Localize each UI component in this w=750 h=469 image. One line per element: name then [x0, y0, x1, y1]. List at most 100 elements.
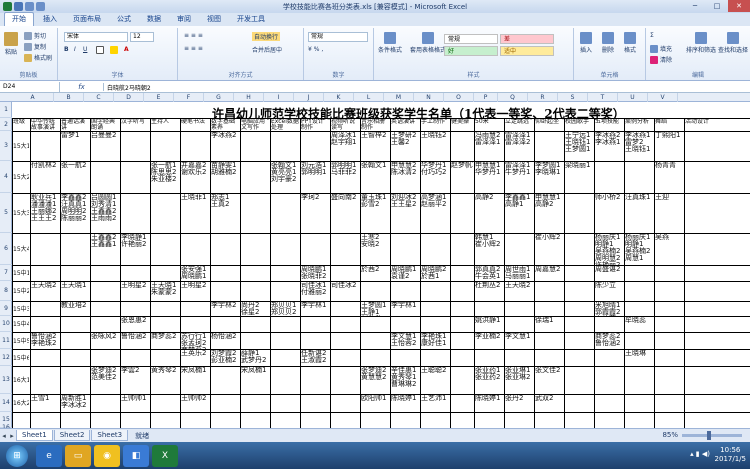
column-header[interactable]: F	[174, 93, 204, 102]
column-header[interactable]: I	[264, 93, 294, 102]
worksheet-grid[interactable]: 许昌幼儿师范学校技能比赛班级获奖学生名单（1代表一等奖、2代表二等奖） 班级 中华…	[12, 102, 750, 428]
row-header[interactable]: 11	[0, 332, 12, 349]
award-cell[interactable]: 李雲2	[121, 367, 149, 394]
award-cell[interactable]: 李宇林2	[211, 302, 239, 316]
award-cell[interactable]: 张亚药1 张亚药2	[475, 367, 503, 394]
award-cell[interactable]: 张亚琳1 张亚琳2	[505, 367, 533, 394]
class-cell[interactable]: 16大1	[13, 367, 29, 394]
column-header[interactable]: E	[144, 93, 174, 102]
award-cell[interactable]: 师小桥2	[595, 194, 623, 233]
award-cell[interactable]: 李梦圆1 李晓琳1	[535, 162, 563, 193]
award-cell[interactable]: 尚丹2 徐星2	[241, 302, 269, 316]
award-cell[interactable]: 商梦蕊2 鲁怡涵2	[595, 333, 623, 349]
class-cell[interactable]: 16大2	[13, 395, 29, 412]
award-cell[interactable]: 李冰燕2	[211, 132, 239, 161]
award-cell[interactable]: 黄秀琴2	[151, 367, 179, 394]
award-cell[interactable]: 李宇林1	[391, 302, 419, 316]
award-cell[interactable]: 王晓钰2	[421, 132, 449, 161]
tab-review[interactable]: 审阅	[170, 13, 198, 26]
header-cell[interactable]: 班级	[13, 119, 29, 131]
row-header[interactable]: 3	[0, 131, 12, 161]
header-cell[interactable]: 50米	[475, 119, 503, 131]
merge-center-button[interactable]: 合并后居中	[252, 45, 282, 54]
award-cell[interactable]: 杨丽庆1 明静1 吴燕楠2 周明慧2 许艳丽2	[595, 234, 623, 265]
conditional-format-button[interactable]: 条件格式	[378, 32, 402, 54]
award-cell[interactable]: 雷泽泽1 牛梦丹1	[505, 162, 533, 193]
font-size-combo[interactable]: 12	[130, 32, 154, 42]
award-cell[interactable]: 雷梦1	[61, 132, 89, 161]
number-format-combo[interactable]: 常规	[308, 32, 368, 42]
app-icon[interactable]: ◧	[123, 444, 149, 467]
currency-icon[interactable]: ¥ % ,	[308, 46, 323, 53]
award-cell[interactable]: 司佳冰2	[331, 282, 359, 301]
award-cell[interactable]: 周新胜1 李冰冰2	[61, 395, 89, 412]
award-cell[interactable]: 雷泽泽1 雷泽泽2	[505, 132, 533, 161]
class-cell[interactable]: 15大1	[13, 132, 29, 161]
award-cell[interactable]: 鲁怡涵2 李艳珠2	[31, 333, 59, 349]
award-cell[interactable]: 李珂2	[301, 194, 329, 233]
sheet-tab-1[interactable]: Sheet1	[16, 430, 53, 441]
award-cell[interactable]: 王帅帅1	[121, 395, 149, 412]
award-cell[interactable]: 付凯林2	[31, 162, 59, 193]
font-name-combo[interactable]: 宋体	[64, 32, 128, 42]
award-cell[interactable]: 赵梦帆2	[451, 162, 473, 193]
column-header[interactable]: R	[528, 93, 558, 102]
italic-button[interactable]: I	[74, 46, 76, 53]
column-header[interactable]: V	[648, 93, 678, 102]
award-cell[interactable]: 张文佳2	[535, 367, 563, 394]
header-cell[interactable]: 健美操	[451, 119, 473, 131]
award-cell[interactable]: 李亚楠2	[475, 333, 503, 349]
style-good[interactable]: 好	[444, 46, 498, 56]
award-cell[interactable]: 周盛谌2	[595, 266, 623, 281]
award-cell[interactable]: 王明星2	[121, 282, 149, 301]
row-header[interactable]: 1	[0, 102, 12, 118]
award-cell[interactable]: 司佳冰1 付雅丽2	[301, 282, 329, 301]
font-color-icon[interactable]: A	[124, 46, 129, 53]
header-cell[interactable]: 数字基础素养	[211, 119, 239, 131]
award-cell[interactable]: 张一航2	[61, 162, 89, 193]
fill-button[interactable]: 填充	[650, 44, 672, 53]
award-cell[interactable]: 宋凤楠1	[241, 367, 269, 394]
format-cells-button[interactable]: 格式	[624, 32, 636, 54]
clear-button[interactable]: 清除	[650, 55, 672, 64]
header-cell[interactable]: Excel数据处理	[271, 119, 299, 131]
style-bad[interactable]: 差	[500, 34, 554, 44]
award-cell[interactable]: 井嘉嘉2 谢欢乐2	[181, 162, 209, 193]
award-cell[interactable]: 高静2	[475, 194, 503, 233]
award-cell[interactable]: 任新谌2 王淑霞2	[301, 350, 329, 366]
class-cell[interactable]: 15中1	[13, 266, 29, 281]
award-cell[interactable]: 李鑫鑫1 高静1	[505, 194, 533, 233]
award-cell[interactable]: 吕圆圆1 刘秀清1 王鑫鑫2 王雨雨2	[91, 194, 119, 233]
column-header[interactable]: D	[114, 93, 144, 102]
award-cell[interactable]: 米旭晴1 郭霞霞2 李佳蕊2	[595, 302, 623, 316]
award-cell[interactable]: 刘元浩1 郭明明1	[301, 162, 329, 193]
delete-cells-button[interactable]: 删除	[602, 32, 614, 54]
tab-formulas[interactable]: 公式	[110, 13, 138, 26]
award-cell[interactable]: 盛向南2	[331, 194, 359, 233]
tab-insert[interactable]: 插入	[36, 13, 64, 26]
award-cell[interactable]: 张翰文1	[361, 162, 389, 193]
award-cell[interactable]: 杜荆丛2	[475, 282, 503, 301]
award-cell[interactable]: 欧阳帅1	[361, 395, 389, 412]
header-cell[interactable]: 普通话演讲	[61, 119, 89, 131]
award-cell[interactable]: 王迎	[655, 194, 683, 233]
award-cell[interactable]: 王雪1	[31, 395, 59, 412]
row-header[interactable]: 6	[0, 233, 12, 265]
row-header[interactable]: 2	[0, 118, 12, 131]
award-cell[interactable]: 张安强1 周晓鹏1	[181, 266, 209, 281]
tab-view[interactable]: 视图	[200, 13, 228, 26]
header-cell[interactable]: 主持人	[151, 119, 179, 131]
award-cell[interactable]: 申慧慧2 陈冰清2	[391, 162, 419, 193]
award-cell[interactable]: 王梦研2 王馨2	[391, 132, 419, 161]
award-cell[interactable]: 陈晓婷1	[475, 395, 503, 412]
cut-button[interactable]: 剪切	[24, 31, 46, 40]
header-cell[interactable]: 中华传统故事演讲	[31, 119, 59, 131]
header-cell[interactable]: 手工制作	[421, 119, 449, 131]
header-cell[interactable]: 校园歌手	[565, 119, 593, 131]
style-neutral[interactable]: 适中	[500, 46, 554, 56]
award-cell[interactable]: 冯雨慧2 雷泽泽1	[475, 132, 503, 161]
award-cell[interactable]: 薛静1 武梦丹2	[241, 350, 269, 366]
folder-icon[interactable]: ▭	[65, 444, 91, 467]
award-cell[interactable]: 郑志1 王真2	[211, 194, 239, 233]
copy-button[interactable]: 复制	[24, 42, 46, 51]
